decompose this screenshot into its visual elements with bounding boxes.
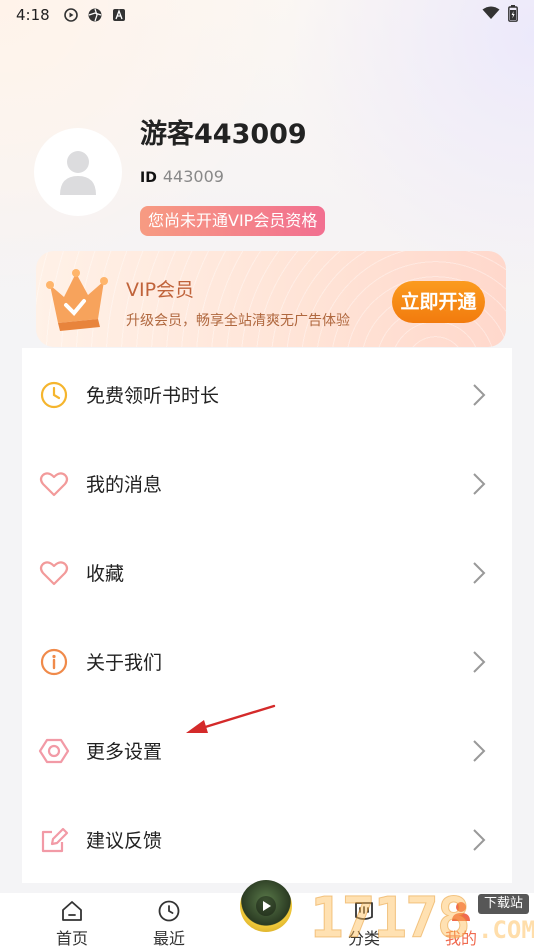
- menu-label: 收藏: [86, 563, 125, 585]
- menu-item-messages[interactable]: 我的消息: [22, 439, 512, 528]
- chevron-right-icon: [473, 383, 486, 406]
- heart-icon: [39, 560, 69, 585]
- menu-item-favorites[interactable]: 收藏: [22, 528, 512, 617]
- status-bar: 4:18: [0, 0, 534, 30]
- a-badge-icon: [112, 8, 126, 22]
- chevron-right-icon: [473, 472, 486, 495]
- menu-list: 免费领听书时长 我的消息 收藏 关于我们 更多设置 建议反馈: [22, 348, 512, 883]
- clock-icon: [158, 900, 180, 922]
- menu-label: 建议反馈: [86, 830, 163, 852]
- nav-item-recent[interactable]: 最近: [139, 899, 199, 949]
- chevron-right-icon: [473, 739, 486, 762]
- menu-label: 免费领听书时长: [86, 385, 220, 407]
- user-id-value: 443009: [162, 167, 224, 186]
- crown-icon: [46, 269, 108, 331]
- info-icon: [40, 648, 68, 675]
- user-id-label: ID: [140, 170, 157, 186]
- play-circle-icon: [63, 8, 78, 22]
- menu-label: 我的消息: [86, 474, 163, 496]
- watermark-logo: 17178 下载站 .COM: [310, 886, 534, 950]
- watermark-tag: 下载站: [478, 894, 530, 914]
- chevron-right-icon: [473, 561, 486, 584]
- vip-status-badge: 您尚未开通VIP会员资格: [140, 206, 326, 236]
- menu-item-about[interactable]: 关于我们: [22, 617, 512, 706]
- watermark-suffix: .COM: [478, 916, 534, 944]
- status-time: 4:18: [16, 6, 50, 24]
- vip-title: VIP会员: [126, 279, 195, 301]
- menu-item-free-listening[interactable]: 免费领听书时长: [22, 350, 512, 439]
- clock-icon: [40, 381, 68, 408]
- user-placeholder-icon: [60, 151, 96, 195]
- settings-hexagon-icon: [38, 738, 70, 763]
- nav-label: 最近: [152, 929, 185, 948]
- wifi-icon: [482, 6, 500, 24]
- battery-icon: [508, 4, 518, 26]
- edit-icon: [41, 827, 69, 852]
- nav-item-home[interactable]: 首页: [42, 899, 102, 949]
- vip-card[interactable]: VIP会员 升级会员，畅享全站清爽无广告体验 立即开通: [36, 251, 506, 347]
- avatar[interactable]: [34, 128, 122, 216]
- username: 游客443009: [140, 119, 307, 150]
- chevron-right-icon: [473, 828, 486, 851]
- menu-label: 更多设置: [86, 741, 163, 763]
- now-playing-disc[interactable]: [240, 880, 292, 932]
- nav-label: 首页: [55, 929, 88, 948]
- aperture-icon: [88, 8, 102, 22]
- play-icon: [256, 896, 276, 916]
- watermark-digits: 17178: [310, 886, 472, 950]
- vip-subtitle: 升级会员，畅享全站清爽无广告体验: [126, 313, 350, 329]
- menu-item-feedback[interactable]: 建议反馈: [22, 795, 512, 884]
- vip-open-button[interactable]: 立即开通: [392, 281, 485, 323]
- annotation-arrow-icon: [186, 704, 276, 733]
- menu-label: 关于我们: [86, 652, 163, 674]
- heart-icon: [39, 471, 69, 496]
- chevron-right-icon: [473, 650, 486, 673]
- home-icon: [62, 901, 82, 921]
- user-id: ID 443009: [140, 167, 224, 186]
